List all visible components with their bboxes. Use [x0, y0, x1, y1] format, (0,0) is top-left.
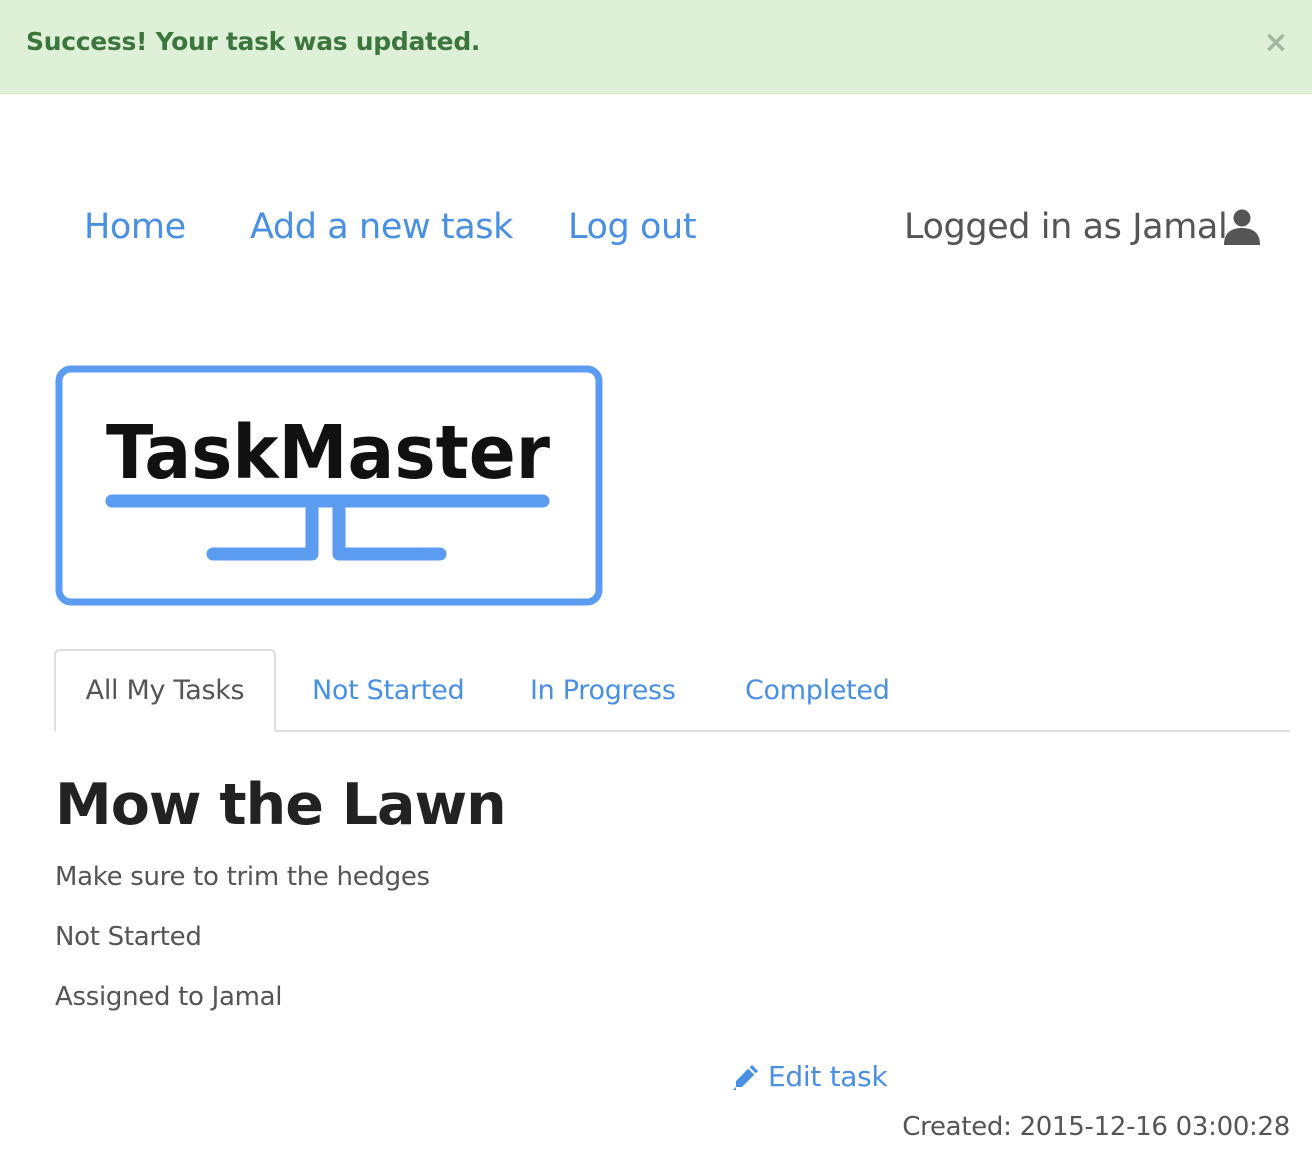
taskmaster-logo: TaskMaster [55, 365, 603, 606]
nav-logout-link[interactable]: Log out [568, 207, 697, 247]
nav-home-link[interactable]: Home [84, 207, 186, 247]
tab-completed[interactable]: Completed [745, 649, 890, 732]
alert-message: Success! Your task was updated. [26, 27, 481, 56]
edit-task-label: Edit task [768, 1060, 888, 1093]
created-value: 2015-12-16 03:00:28 [1019, 1112, 1291, 1142]
edit-task-link[interactable]: Edit task [731, 1060, 888, 1093]
task-status: Not Started [55, 922, 202, 952]
success-alert: Success! Your task was updated. × [0, 0, 1312, 94]
task-description: Make sure to trim the hedges [55, 862, 430, 892]
task-assignee: Assigned to Jamal [55, 982, 283, 1012]
nav-add-task-link[interactable]: Add a new task [250, 207, 513, 247]
user-icon [1224, 209, 1260, 245]
tab-all-my-tasks[interactable]: All My Tasks [54, 649, 276, 732]
pencil-icon [733, 1064, 758, 1090]
tab-in-progress[interactable]: In Progress [530, 649, 676, 732]
logo-text: TaskMaster [106, 410, 550, 496]
task-title: Mow the Lawn [55, 772, 507, 838]
close-icon[interactable]: × [1262, 27, 1290, 59]
login-status: Logged in as Jamal [904, 207, 1228, 247]
created-label: Created: [902, 1112, 1012, 1142]
tab-not-started[interactable]: Not Started [312, 649, 465, 732]
created-timestamp: Created: 2015-12-16 03:00:28 [902, 1112, 1290, 1142]
